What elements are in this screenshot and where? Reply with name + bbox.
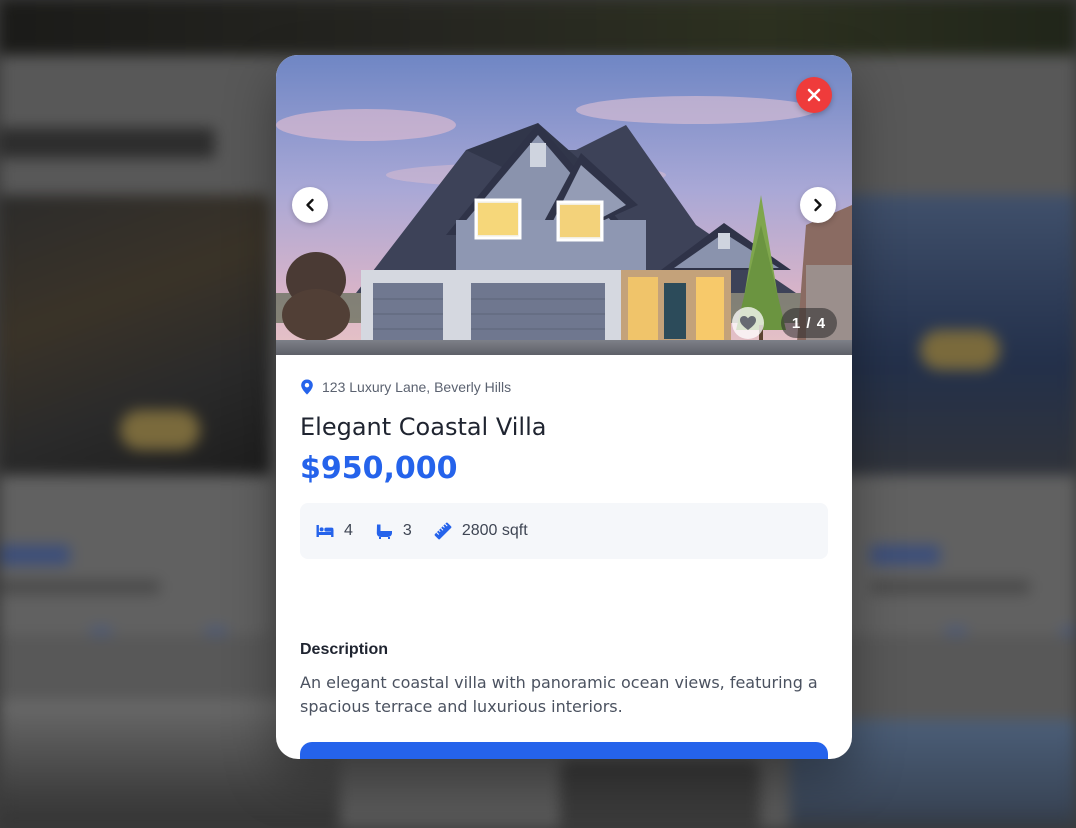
address-text: 123 Luxury Lane, Beverly Hills (322, 379, 512, 395)
background-card-price (870, 545, 940, 565)
contact-agent-button[interactable]: Contact Agente (300, 742, 828, 759)
property-title: Elegant Coastal Villa (300, 413, 547, 441)
feature-baths: 3 (375, 522, 412, 540)
background-card-bottom (560, 760, 760, 828)
background-heading (0, 128, 215, 158)
image-counter: 1 / 4 (781, 308, 837, 338)
close-button[interactable] (796, 77, 832, 113)
property-price: $950,000 (300, 451, 458, 486)
area-value: 2800 sqft (461, 522, 528, 539)
bed-icon (316, 525, 334, 537)
chevron-right-icon (814, 198, 822, 212)
previous-image-button[interactable] (292, 187, 328, 223)
background-card-text (0, 580, 160, 594)
bath-icon (376, 524, 392, 539)
background-card-price (0, 545, 70, 565)
background-card-icon (945, 627, 967, 635)
next-image-button[interactable] (800, 187, 836, 223)
description-text: An elegant coastal villa with panoramic … (300, 673, 818, 716)
feature-beds: 4 (316, 522, 353, 540)
property-modal: 1 / 4 123 Luxury Lane, Beverly Hills Ele… (276, 55, 852, 759)
property-address: 123 Luxury Lane, Beverly Hills (300, 379, 511, 395)
map-pin-icon (301, 379, 313, 395)
property-photo (276, 55, 852, 355)
background-card-left (0, 195, 270, 635)
chevron-left-icon (306, 198, 314, 212)
baths-count: 3 (402, 522, 412, 539)
feature-area: 2800 sqft (434, 522, 528, 540)
background-card-glow (120, 410, 200, 450)
background-card-glow (920, 330, 1000, 370)
property-features: 4 3 2800 sqft (300, 503, 828, 559)
background-card-icon (1060, 627, 1076, 635)
background-header (0, 0, 1076, 55)
property-image-gallery[interactable]: 1 / 4 (276, 55, 852, 355)
ruler-icon (434, 522, 452, 540)
close-icon (807, 88, 821, 102)
heart-icon (740, 316, 756, 330)
beds-count: 4 (344, 522, 353, 539)
background-card-icon (90, 627, 112, 635)
background-card-text (870, 580, 1030, 594)
description-heading: Description (300, 641, 389, 658)
background-card-icon (205, 627, 227, 635)
favorite-button[interactable] (732, 307, 764, 339)
